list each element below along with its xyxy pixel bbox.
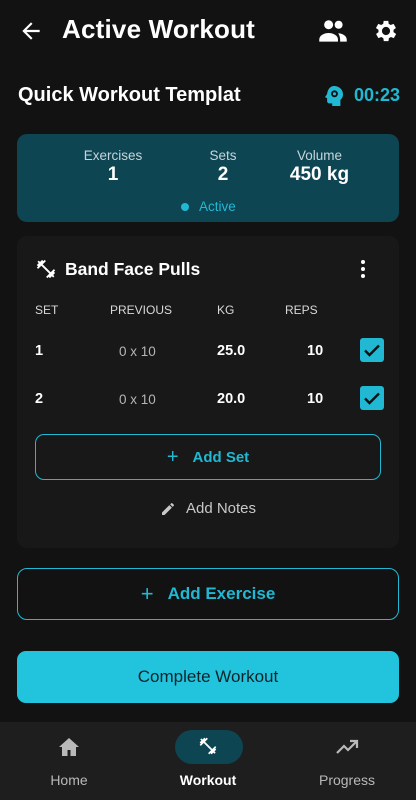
nav-item-progress[interactable]: Progress xyxy=(278,722,416,800)
sets-value: 2 xyxy=(217,164,229,185)
add-exercise-label: Add Exercise xyxy=(167,584,276,603)
arrow-left-icon[interactable] xyxy=(18,18,44,44)
complete-workout-button[interactable]: Complete Workout xyxy=(17,651,399,703)
previous-value: 0 x 10 xyxy=(119,344,156,359)
exercises-stat: Exercises 1 xyxy=(83,148,143,186)
add-exercise-button[interactable]: + Add Exercise xyxy=(17,568,399,620)
reps-input[interactable]: 10 xyxy=(307,391,323,407)
volume-label: Volume xyxy=(296,148,343,163)
volume-stat: Volume 450 kg xyxy=(272,148,367,186)
status-badge: Active xyxy=(181,199,236,214)
set-complete-checkbox[interactable] xyxy=(360,386,384,410)
set-number: 1 xyxy=(35,343,44,359)
column-header-previous: PREVIOUS xyxy=(110,303,173,317)
set-row: 2 0 x 10 20.0 10 xyxy=(17,382,399,418)
app-bar: Active Workout xyxy=(0,0,416,62)
kg-input[interactable]: 25.0 xyxy=(217,343,245,359)
add-notes-button[interactable]: Add Notes xyxy=(17,500,399,517)
plus-icon: + xyxy=(140,581,154,606)
nav-label-workout: Workout xyxy=(179,772,237,788)
plus-icon: + xyxy=(166,445,179,468)
workout-header: Quick Workout Templat 00:23 xyxy=(18,80,400,112)
pencil-icon xyxy=(161,502,174,515)
status-dot-icon xyxy=(181,202,189,211)
column-header-reps: REPS xyxy=(285,303,318,317)
column-header-kg: KG xyxy=(217,303,235,317)
exercises-label: Exercises xyxy=(83,148,143,163)
more-vert-icon[interactable] xyxy=(357,258,369,280)
workout-name: Quick Workout Templat xyxy=(18,84,241,106)
people-icon[interactable] xyxy=(318,18,348,44)
exercise-card: Band Face Pulls SET PREVIOUS KG REPS 1 0… xyxy=(17,236,399,548)
volume-value: 450 kg xyxy=(289,164,350,185)
gear-icon[interactable] xyxy=(372,17,400,45)
column-header-set: SET xyxy=(35,303,59,317)
exercises-value: 1 xyxy=(107,164,119,185)
sets-label: Sets xyxy=(209,148,237,163)
add-set-label: Add Set xyxy=(192,448,250,466)
status-label: Active xyxy=(199,199,236,214)
trending-up-icon xyxy=(336,739,359,754)
nav-label-progress: Progress xyxy=(318,772,376,788)
reps-input[interactable]: 10 xyxy=(307,343,323,359)
set-complete-checkbox[interactable] xyxy=(360,338,384,362)
add-notes-label: Add Notes xyxy=(185,500,257,517)
sets-stat: Sets 2 xyxy=(193,148,253,186)
check-icon xyxy=(364,392,380,405)
set-row: 1 0 x 10 25.0 10 xyxy=(17,334,399,370)
bottom-nav: Home Workout Progress xyxy=(0,722,416,800)
exercise-name: Band Face Pulls xyxy=(65,259,201,279)
set-number: 2 xyxy=(35,391,44,407)
home-icon xyxy=(59,738,79,756)
nav-item-workout[interactable]: Workout xyxy=(139,722,277,800)
dumbbell-icon xyxy=(36,259,56,279)
workout-timer: 00:23 xyxy=(354,85,401,105)
stopwatch-head-icon xyxy=(325,86,343,106)
nav-label-home: Home xyxy=(50,772,88,788)
nav-item-home[interactable]: Home xyxy=(0,722,138,800)
page-title: Active Workout xyxy=(62,14,256,44)
add-set-button[interactable]: + Add Set xyxy=(35,434,381,480)
previous-value: 0 x 10 xyxy=(119,392,156,407)
kg-input[interactable]: 20.0 xyxy=(217,391,245,407)
complete-workout-label: Complete Workout xyxy=(137,667,279,686)
check-icon xyxy=(364,344,380,357)
dumbbell-icon xyxy=(199,737,217,755)
